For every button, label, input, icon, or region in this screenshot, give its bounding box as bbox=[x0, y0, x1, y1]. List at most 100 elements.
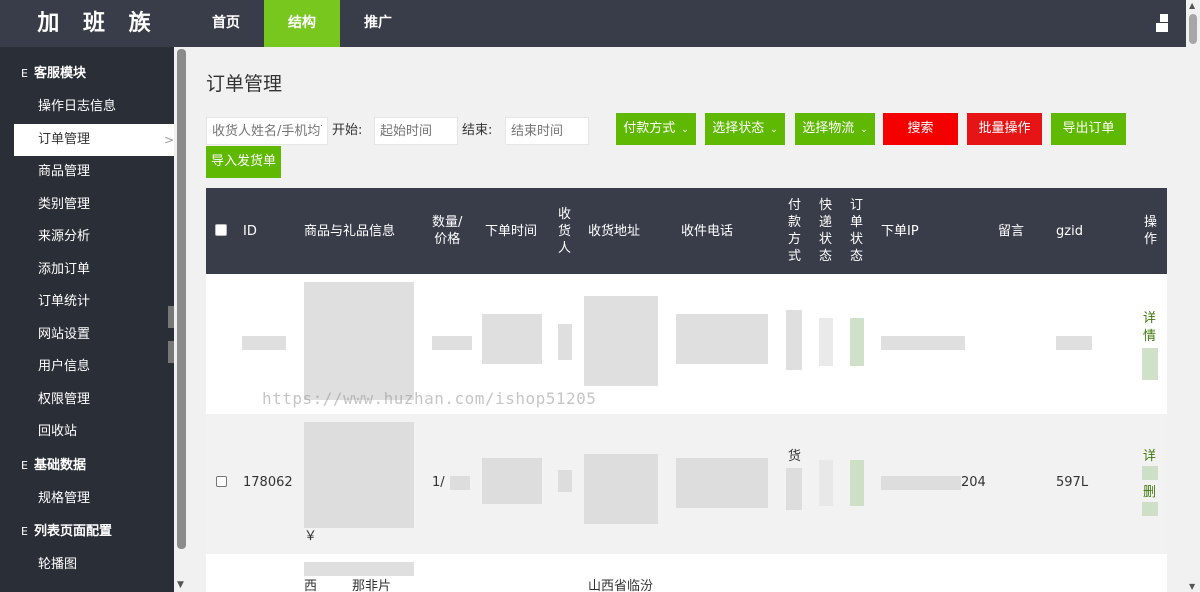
redacted-address bbox=[584, 296, 658, 386]
col-goods[interactable]: 商品与礼品信息 bbox=[304, 188, 395, 274]
order-ip-tail: 204 bbox=[961, 475, 986, 490]
select-all-checkbox[interactable] bbox=[215, 224, 227, 236]
sidebar-group-basic-data[interactable]: E 基础数据 bbox=[0, 449, 174, 483]
sidebar-item-category-manage[interactable]: 类别管理 bbox=[0, 189, 174, 222]
redacted-phone bbox=[676, 314, 768, 364]
table-row[interactable]: 178062 ￥ 1/ 货 204 597L 详 删 bbox=[206, 414, 1167, 554]
sidebar-item-order-stats[interactable]: 订单统计 bbox=[0, 286, 174, 319]
sidebar-item-recycle-bin[interactable]: 回收站 bbox=[0, 416, 174, 449]
col-pay-method[interactable]: 付 款 方 式 bbox=[788, 188, 801, 274]
page-scrollbar[interactable]: ▲ ▼ bbox=[1186, 0, 1200, 592]
col-express-status[interactable]: 快 递 状 态 bbox=[819, 188, 832, 274]
redacted-pay bbox=[786, 468, 802, 510]
top-nav: 首页 结构 推广 bbox=[188, 0, 416, 47]
sidebar-item-permission[interactable]: 权限管理 bbox=[0, 384, 174, 417]
col-gzid[interactable]: gzid bbox=[1056, 188, 1083, 274]
col-address[interactable]: 收货地址 bbox=[588, 188, 640, 274]
col-order-time[interactable]: 下单时间 bbox=[485, 188, 537, 274]
sidebar-item-source-analysis[interactable]: 来源分析 bbox=[0, 221, 174, 254]
sidebar-group-list-config[interactable]: E 列表页面配置 bbox=[0, 515, 174, 549]
redacted-phone bbox=[676, 458, 768, 508]
detail-link[interactable]: 详 情 bbox=[1143, 310, 1156, 346]
scroll-down-icon[interactable]: ▼ bbox=[177, 580, 184, 590]
sidebar-item-order-manage[interactable]: 订单管理 > bbox=[14, 123, 174, 156]
end-label: 结束: bbox=[462, 123, 493, 138]
col-phone[interactable]: 收件电话 bbox=[681, 188, 733, 274]
redacted-goods bbox=[304, 422, 414, 528]
redacted-ip bbox=[881, 336, 965, 350]
goods-name-prefix: 西 bbox=[304, 579, 318, 592]
list-icon: E bbox=[21, 458, 28, 472]
col-receiver[interactable]: 收 货 人 bbox=[558, 188, 571, 274]
detail-link[interactable]: 详 bbox=[1143, 448, 1156, 466]
sidebar-scroll-thumb[interactable] bbox=[177, 49, 186, 549]
redacted-action bbox=[1142, 348, 1158, 380]
pay-method-dropdown[interactable]: 付款方式 ⌄ bbox=[616, 113, 696, 145]
order-id: 178062 bbox=[243, 475, 293, 490]
logistics-dropdown[interactable]: 选择物流 ⌄ bbox=[795, 113, 875, 145]
nav-structure[interactable]: 结构 bbox=[264, 0, 340, 47]
redacted-receiver bbox=[558, 470, 572, 492]
list-icon: E bbox=[21, 67, 28, 80]
redacted-ip bbox=[881, 476, 961, 490]
sidebar-item-label: 订单管理 bbox=[38, 131, 91, 147]
sidebar-item-user-info[interactable]: 用户信息 bbox=[0, 351, 174, 384]
goods-name-suffix: 那非片 bbox=[352, 579, 392, 592]
sidebar-item-carousel[interactable]: 轮播图 bbox=[0, 549, 174, 582]
top-bar: 加 班 族 首页 结构 推广 bbox=[0, 0, 1186, 47]
redacted-express bbox=[819, 460, 833, 506]
col-order-ip[interactable]: 下单IP bbox=[881, 188, 919, 274]
sidebar-item-goods-manage[interactable]: 商品管理 bbox=[0, 156, 174, 189]
start-label: 开始: bbox=[332, 123, 363, 138]
gzid-value: 597L bbox=[1056, 475, 1089, 490]
sidebar-item-add-order[interactable]: 添加订单 bbox=[0, 254, 174, 287]
pay-method: 货 bbox=[788, 449, 802, 464]
sidebar-item-site-settings[interactable]: 网站设置 bbox=[0, 319, 174, 352]
export-orders-button[interactable]: 导出订单 bbox=[1051, 113, 1126, 145]
sidebar-scrollbar[interactable]: ▼ bbox=[174, 47, 189, 592]
brand-logo: 加 班 族 bbox=[37, 11, 159, 36]
main-content: 订单管理 开始: 结束: 付款方式⌄ 选择状态⌄ 选择物流⌄ 搜索 批量操作 导… bbox=[190, 47, 1186, 592]
end-date-input[interactable] bbox=[505, 117, 589, 145]
nav-promote[interactable]: 推广 bbox=[340, 0, 416, 47]
col-action[interactable]: 操 作 bbox=[1144, 188, 1157, 274]
redacted-goods bbox=[304, 282, 414, 400]
watermark-text: https://www.huzhan.com/ishop51205 bbox=[262, 389, 597, 408]
redacted-goods bbox=[304, 562, 414, 576]
list-icon: E bbox=[21, 525, 28, 538]
scroll-up-icon[interactable]: ▲ bbox=[1189, 1, 1195, 10]
page-title: 订单管理 bbox=[206, 73, 283, 95]
redacted-express bbox=[819, 318, 833, 366]
address-partial: 山西省临汾 bbox=[588, 579, 654, 592]
table-row[interactable]: 西 那非片 山西省临汾 bbox=[206, 554, 1167, 592]
scroll-down-icon[interactable]: ▼ bbox=[1189, 582, 1195, 591]
redacted-receiver bbox=[558, 324, 572, 360]
status-dropdown[interactable]: 选择状态 ⌄ bbox=[705, 113, 785, 145]
page-scroll-thumb[interactable] bbox=[1189, 14, 1197, 44]
redacted-action bbox=[1142, 502, 1158, 516]
sidebar-item-spec-manage[interactable]: 规格管理 bbox=[0, 483, 174, 516]
qty-price: 1/ bbox=[432, 475, 445, 490]
redacted-address bbox=[584, 454, 658, 524]
redacted-status bbox=[850, 460, 864, 506]
batch-operation-button[interactable]: 批量操作 bbox=[967, 113, 1042, 145]
sidebar-group-service[interactable]: E 客服模块 bbox=[0, 57, 174, 91]
search-input[interactable] bbox=[206, 117, 328, 145]
chevron-down-icon: ⌄ bbox=[681, 125, 689, 135]
col-qty-price[interactable]: 数量/ 价格 bbox=[432, 188, 462, 274]
nav-home[interactable]: 首页 bbox=[188, 0, 264, 47]
start-date-input[interactable] bbox=[374, 117, 458, 145]
delete-link[interactable]: 删 bbox=[1143, 484, 1156, 502]
search-button[interactable]: 搜索 bbox=[883, 113, 958, 145]
col-id[interactable]: ID bbox=[243, 188, 257, 274]
col-message[interactable]: 留言 bbox=[998, 188, 1024, 274]
sidebar-item-operation-log[interactable]: 操作日志信息 bbox=[0, 91, 174, 124]
redacted-pay bbox=[786, 310, 802, 370]
col-order-status[interactable]: 订 单 状 态 bbox=[850, 188, 863, 274]
redacted-status bbox=[850, 318, 864, 366]
redacted-qty bbox=[432, 336, 472, 350]
import-shipping-button[interactable]: 导入发货单 bbox=[206, 146, 281, 178]
row-checkbox[interactable] bbox=[216, 476, 227, 487]
chevron-down-icon: ⌄ bbox=[770, 125, 778, 135]
user-icon[interactable] bbox=[1156, 14, 1168, 32]
